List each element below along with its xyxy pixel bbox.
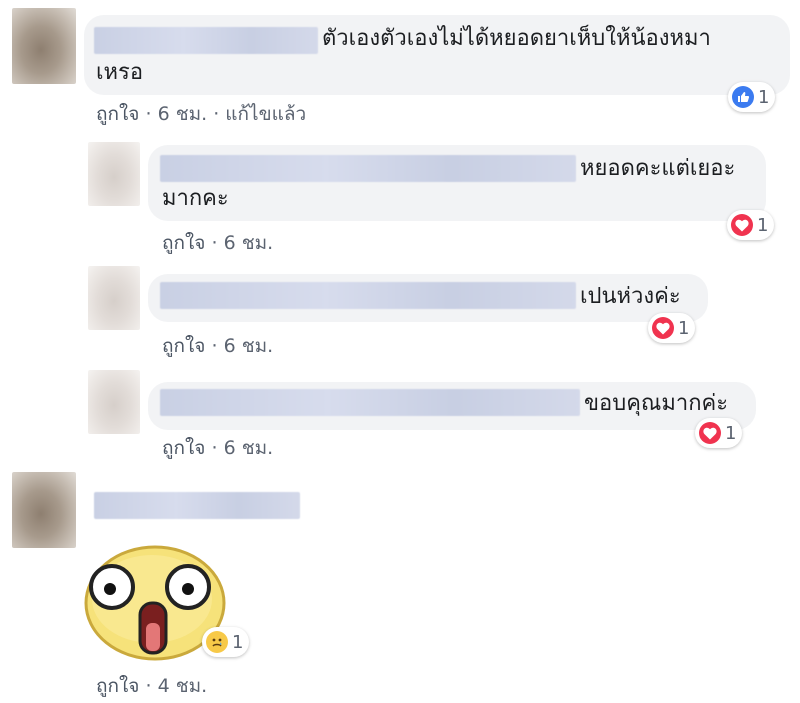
replier-avatar[interactable] [88,370,140,434]
like-link[interactable]: ถูกใจ [96,675,139,697]
like-reaction-icon [732,86,754,108]
like-link[interactable]: ถูกใจ [96,103,139,125]
comment-meta: ถูกใจ · 6 ชม. [162,331,273,361]
timestamp[interactable]: 6 ชม. [224,232,274,254]
reaction-count: 1 [758,86,770,108]
reaction-count: 1 [757,214,769,236]
separator: · [211,437,218,459]
redacted-name [160,389,580,416]
like-link[interactable]: ถูกใจ [162,232,205,254]
reaction-badge[interactable]: 1 [648,313,696,343]
separator: · [211,335,218,357]
reaction-count: 1 [232,631,244,653]
timestamp[interactable]: 6 ชม. [224,335,274,357]
comment-meta: ถูกใจ · 6 ชม. · แก้ไขแล้ว [96,99,306,129]
replier-avatar[interactable] [88,266,140,330]
heart-reaction-icon [731,214,753,236]
sad-reaction-icon [206,631,228,653]
replier-avatar[interactable] [88,142,140,206]
comment-text: หยอดคะแต่เยอะ [580,156,736,181]
commenter-avatar[interactable] [12,472,76,548]
comment-text: เปนห่วงค่ะ [580,284,681,309]
timestamp[interactable]: 4 ชม. [158,675,208,697]
redacted-name [94,492,300,519]
comment-meta: ถูกใจ · 4 ชม. [96,671,207,701]
like-link[interactable]: ถูกใจ [162,335,205,357]
comment-text-continued: เหรอ [96,60,144,85]
separator: · [213,103,220,125]
reaction-badge[interactable]: 1 [727,210,775,240]
reaction-badge[interactable]: 1 [202,627,250,657]
timestamp[interactable]: 6 ชม. [224,437,274,459]
comment-meta: ถูกใจ · 6 ชม. [162,433,273,463]
redacted-name [160,155,576,182]
separator: · [211,232,218,254]
reaction-badge[interactable]: 1 [728,82,776,112]
comment-text-continued: มากคะ [162,186,229,211]
reaction-count: 1 [678,317,690,339]
like-link[interactable]: ถูกใจ [162,437,205,459]
comment-text: ขอบคุณมากค่ะ [584,391,729,416]
heart-reaction-icon [652,317,674,339]
heart-reaction-icon [699,422,721,444]
timestamp[interactable]: 6 ชม. [158,103,208,125]
reaction-badge[interactable]: 1 [695,418,743,448]
edited-label: แก้ไขแล้ว [225,103,307,125]
separator: · [145,103,152,125]
separator: · [145,675,152,697]
redacted-name [160,282,576,309]
reaction-count: 1 [725,422,737,444]
comment-meta: ถูกใจ · 6 ชม. [162,228,273,258]
commenter-avatar[interactable] [12,8,76,84]
redacted-name [94,27,318,54]
comment-text: ตัวเองตัวเองไม่ได้หยอดยาเห็บให้น้องหมา [322,26,711,51]
